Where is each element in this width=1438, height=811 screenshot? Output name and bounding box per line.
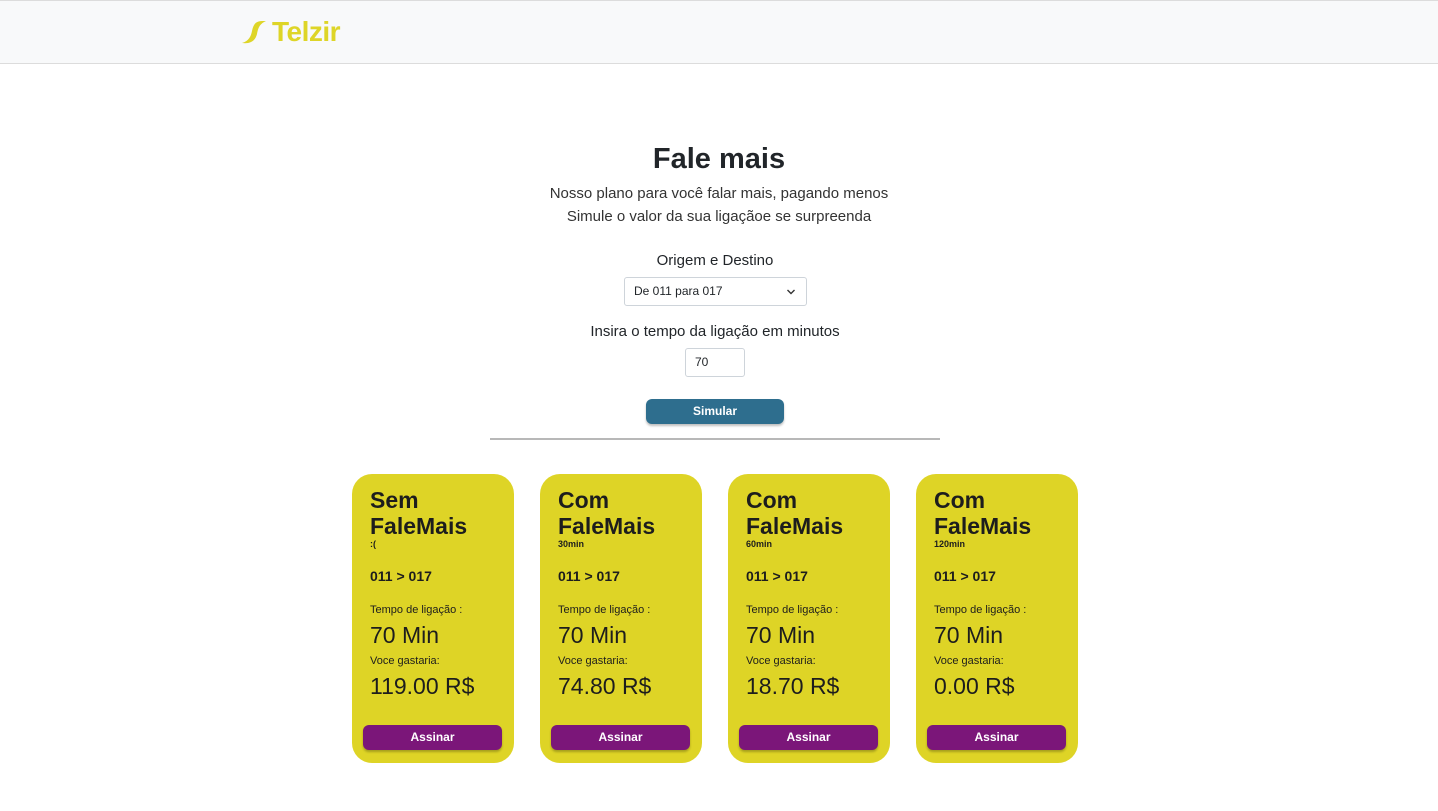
brand-logo[interactable]: Telzir <box>240 15 341 49</box>
plan-time-value: 70 Min <box>370 622 440 648</box>
minutes-input[interactable]: 70 <box>685 348 745 377</box>
plan-time-value: 70 Min <box>934 622 1004 648</box>
hero-section: Fale mais Nosso plano para você falar ma… <box>0 140 1438 228</box>
minutes-label: Insira o tempo da ligação em minutos <box>590 323 840 340</box>
plan-time-label: Tempo de ligação : <box>934 604 1027 616</box>
plan-subtitle: 120min <box>934 539 966 549</box>
chevron-down-icon <box>787 289 795 295</box>
plan-title: Com FaleMais <box>558 487 656 539</box>
brand-name: Telzir <box>272 16 341 47</box>
origin-selected-value: De 011 para 017 <box>634 284 723 298</box>
plan-title: Com FaleMais <box>746 487 844 539</box>
plan-time-value: 70 Min <box>558 622 628 648</box>
origin-destination-select[interactable]: De 011 para 017 <box>624 277 807 306</box>
plan-route: 011 > 017 <box>746 568 808 584</box>
plan-cost-label: Voce gastaria: <box>370 655 440 667</box>
plan-cost-value: 0.00 R$ <box>934 673 1015 699</box>
divider <box>490 438 940 440</box>
hero-subtitle-1: Nosso plano para você falar mais, pagand… <box>549 185 889 202</box>
plan-route: 011 > 017 <box>370 568 432 584</box>
plan-cost-label: Voce gastaria: <box>558 655 628 667</box>
assinar-button[interactable]: Assinar <box>551 725 690 750</box>
navbar: Telzir <box>0 0 1438 64</box>
plan-card-falemais-30: Com FaleMais 30min 011 > 017 Tempo de li… <box>540 474 702 763</box>
simular-button[interactable]: Simular <box>646 399 784 424</box>
plan-route: 011 > 017 <box>934 568 996 584</box>
hero-subtitle-2: Simule o valor da sua ligaçãoe se surpre… <box>566 208 872 225</box>
assinar-button[interactable]: Assinar <box>739 725 878 750</box>
plan-subtitle: 30min <box>558 539 585 549</box>
plan-card-sem-falemais: Sem FaleMais :( 011 > 017 Tempo de ligaç… <box>352 474 514 763</box>
plan-cost-label: Voce gastaria: <box>934 655 1004 667</box>
assinar-button[interactable]: Assinar <box>927 725 1066 750</box>
telzir-logo-icon <box>242 21 266 44</box>
plan-cost-label: Voce gastaria: <box>746 655 816 667</box>
assinar-button[interactable]: Assinar <box>363 725 502 750</box>
plan-subtitle: 60min <box>746 539 773 549</box>
origin-label: Origem e Destino <box>656 252 774 269</box>
plan-subtitle: :( <box>370 539 376 549</box>
plan-title: Com FaleMais <box>934 487 1032 539</box>
plan-time-label: Tempo de ligação : <box>370 604 463 616</box>
plan-cost-value: 18.70 R$ <box>746 673 840 699</box>
plan-time-label: Tempo de ligação : <box>558 604 651 616</box>
plan-cost-value: 119.00 R$ <box>370 673 475 699</box>
page-title: Fale mais <box>652 143 786 175</box>
plan-time-label: Tempo de ligação : <box>746 604 839 616</box>
plan-title: Sem FaleMais <box>370 487 468 539</box>
plan-cost-value: 74.80 R$ <box>558 673 652 699</box>
plan-card-falemais-120: Com FaleMais 120min 011 > 017 Tempo de l… <box>916 474 1078 763</box>
plan-card-falemais-60: Com FaleMais 60min 011 > 017 Tempo de li… <box>728 474 890 763</box>
plan-time-value: 70 Min <box>746 622 816 648</box>
plan-route: 011 > 017 <box>558 568 620 584</box>
